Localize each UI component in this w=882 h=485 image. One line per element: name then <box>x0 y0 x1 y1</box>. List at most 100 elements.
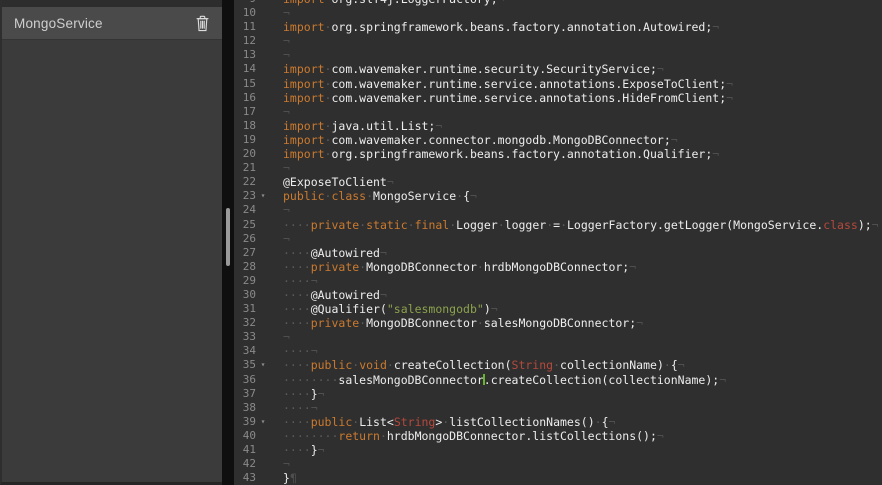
token-ws: ···· <box>283 302 311 316</box>
code-line-29[interactable]: 29····¬ <box>234 274 882 288</box>
code-line-40[interactable]: 40········return·hrdbMongoDBConnector.li… <box>234 429 882 443</box>
eol-marker: ¬ <box>387 175 394 189</box>
code-line-43[interactable]: 43}¶ <box>234 471 882 485</box>
eol-marker: ¬ <box>283 161 290 175</box>
code-line-42[interactable]: 42¬ <box>234 457 882 471</box>
code-line-23[interactable]: 23▾public·class·MongoService·{¬ <box>234 189 882 203</box>
token-ws: · <box>477 316 484 330</box>
code-text: ¬ <box>283 105 882 119</box>
fold-toggle-icon[interactable]: ▾ <box>256 415 270 429</box>
code-line-35[interactable]: 35▾····public·void·createCollection(Stri… <box>234 358 882 372</box>
eol-marker: ¬ <box>318 443 325 457</box>
eol-marker: ¬ <box>719 373 726 387</box>
token-ws: ···· <box>283 218 311 232</box>
line-number: 36 <box>234 373 256 387</box>
eol-marker: ¬ <box>318 387 325 401</box>
token-pl: MongoService <box>373 189 456 203</box>
eol-marker: ¬ <box>283 34 290 48</box>
code-line-27[interactable]: 27····@Autowired¬ <box>234 246 882 260</box>
token-ws: ···· <box>283 274 311 288</box>
code-line-19[interactable]: 19import·com.wavemaker.connector.mongodb… <box>234 133 882 147</box>
gutter: 37 <box>234 387 270 401</box>
fold-spacer <box>256 34 270 48</box>
line-number: 22 <box>234 175 256 189</box>
services-sidebar: MongoService <box>0 0 222 485</box>
line-number: 43 <box>234 471 256 485</box>
token-pl: List< <box>359 415 394 429</box>
line-number: 10 <box>234 6 256 20</box>
sidebar-scrollbar-thumb[interactable] <box>226 208 230 266</box>
line-number: 29 <box>234 274 256 288</box>
token-pl: Logger <box>456 218 498 232</box>
code-line-34[interactable]: 34····¬ <box>234 344 882 358</box>
fold-spacer <box>256 119 270 133</box>
sidebar-item-mongoservice[interactable]: MongoService <box>2 7 222 40</box>
sidebar-scrollbar-track[interactable] <box>222 0 234 485</box>
eol-marker: ¬ <box>498 0 505 6</box>
code-line-32[interactable]: 32····private·MongoDBConnector·salesMong… <box>234 316 882 330</box>
code-text: import·org.springframework.beans.factory… <box>283 147 882 161</box>
eol-marker: ¬ <box>380 288 387 302</box>
code-line-22[interactable]: 22 @ExposeToClient¬ <box>234 175 882 189</box>
code-line-36[interactable]: 36········salesMongoDBConnector.createCo… <box>234 373 882 387</box>
code-line-33[interactable]: 33¬ <box>234 330 882 344</box>
token-kw: private <box>311 260 359 274</box>
eol-marker: ¬ <box>283 48 290 62</box>
fold-spacer <box>256 91 270 105</box>
code-line-14[interactable]: 14import·com.wavemaker.runtime.security.… <box>234 62 882 76</box>
code-line-25[interactable]: 25····private·static·final·Logger·logger… <box>234 218 882 232</box>
code-text: ····¬ <box>283 344 882 358</box>
token-kw: import <box>283 133 325 147</box>
delete-service-button[interactable] <box>193 13 212 34</box>
code-line-24[interactable]: 24¬ <box>234 203 882 217</box>
code-line-11[interactable]: 11import·org.springframework.beans.facto… <box>234 20 882 34</box>
code-line-18[interactable]: 18import·java.util.List;¬ <box>234 119 882 133</box>
code-line-28[interactable]: 28····private·MongoDBConnector·hrdbMongo… <box>234 260 882 274</box>
code-line-13[interactable]: 13¬ <box>234 48 882 62</box>
fold-toggle-icon[interactable]: ▾ <box>256 358 270 372</box>
token-pl: @ExposeToClient <box>283 175 387 189</box>
code-text: ········return·hrdbMongoDBConnector.list… <box>283 429 882 443</box>
token-pl: com.wavemaker.connector.mongodb.MongoDBC… <box>331 133 670 147</box>
gutter: 20 <box>234 147 270 161</box>
fold-spacer <box>256 6 270 20</box>
gutter: 14 <box>234 62 270 76</box>
fold-toggle-icon[interactable]: ▾ <box>256 189 270 203</box>
code-line-41[interactable]: 41····}¬ <box>234 443 882 457</box>
token-pl: MongoDBConnector <box>366 316 477 330</box>
eol-marker: ¬ <box>872 218 879 232</box>
code-editor[interactable]: 9import·org.slf4j.LoggerFactory;¬10¬11im… <box>234 0 882 485</box>
code-line-30[interactable]: 30····@Autowired¬ <box>234 288 882 302</box>
token-ws: · <box>664 358 671 372</box>
eol-marker: ¬ <box>726 77 733 91</box>
eol-marker: ¶ <box>290 471 297 485</box>
gutter: 18 <box>234 119 270 133</box>
gutter: 21 <box>234 161 270 175</box>
code-line-20[interactable]: 20 import·org.springframework.beans.facto… <box>234 147 882 161</box>
line-number: 25 <box>234 218 256 232</box>
code-text: @ExposeToClient¬ <box>283 175 882 189</box>
code-line-37[interactable]: 37····}¬ <box>234 387 882 401</box>
code-line-15[interactable]: 15import·com.wavemaker.runtime.service.a… <box>234 77 882 91</box>
code-line-38[interactable]: 38····¬ <box>234 401 882 415</box>
code-line-12[interactable]: 12¬ <box>234 34 882 48</box>
eol-marker: ¬ <box>629 260 636 274</box>
fold-spacer <box>256 246 270 260</box>
gutter: 33 <box>234 330 270 344</box>
code-text: ····¬ <box>283 401 882 415</box>
code-line-39[interactable]: 39▾····public·List<String>·listCollectio… <box>234 415 882 429</box>
line-number: 33 <box>234 330 256 344</box>
token-kw: import <box>283 20 325 34</box>
token-pl: } <box>311 443 318 457</box>
line-number: 35 <box>234 358 256 372</box>
code-line-26[interactable]: 26¬ <box>234 232 882 246</box>
service-editor-window: MongoService 9import·org.slf4j.LoggerFac <box>0 0 882 485</box>
code-line-17[interactable]: 17¬ <box>234 105 882 119</box>
code-line-31[interactable]: 31····@Qualifier("salesmongodb")¬ <box>234 302 882 316</box>
code-line-21[interactable]: 21 ¬ <box>234 161 882 175</box>
code-line-10[interactable]: 10¬ <box>234 6 882 20</box>
gutter: 27 <box>234 246 270 260</box>
token-pl: { <box>463 189 470 203</box>
code-line-16[interactable]: 16import·com.wavemaker.runtime.service.a… <box>234 91 882 105</box>
eol-marker: ¬ <box>657 429 664 443</box>
